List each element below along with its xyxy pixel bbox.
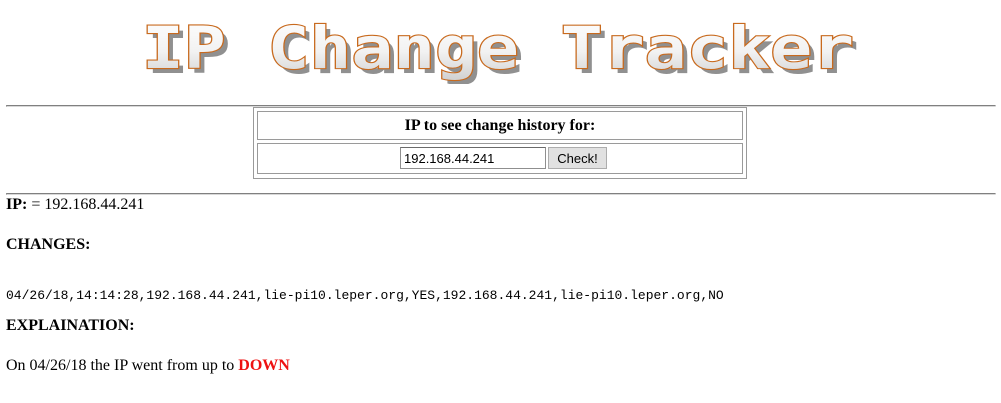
form-input-cell: Check! (257, 143, 743, 174)
logo-banner: IP Change Tracker IP Change Tracker (0, 14, 1001, 84)
ip-result-value: 192.168.44.241 (44, 196, 145, 213)
logo-text: IP Change Tracker (142, 14, 854, 82)
check-button[interactable]: Check! (548, 147, 607, 169)
ip-lookup-form: IP to see change history for: Check! (253, 107, 747, 179)
ip-label: IP: (6, 196, 28, 213)
changes-heading: CHANGES: (6, 236, 91, 253)
status-down-label: DOWN (238, 357, 290, 374)
ip-input[interactable] (400, 147, 546, 169)
explanation-text: On 04/26/18 the IP went from up to (6, 357, 239, 374)
ip-separator: = (27, 196, 45, 213)
explanation-line: On 04/26/18 the IP went from up to DOWN (6, 357, 290, 375)
ip-result-line: IP: = 192.168.44.241 (6, 196, 144, 214)
form-heading-cell: IP to see change history for: (257, 111, 743, 140)
explanation-heading: EXPLAINATION: (6, 317, 135, 334)
middle-divider (6, 193, 996, 195)
form-heading: IP to see change history for: (404, 117, 596, 134)
change-record: 04/26/18,14:14:28,192.168.44.241,lie-pi1… (6, 288, 724, 303)
